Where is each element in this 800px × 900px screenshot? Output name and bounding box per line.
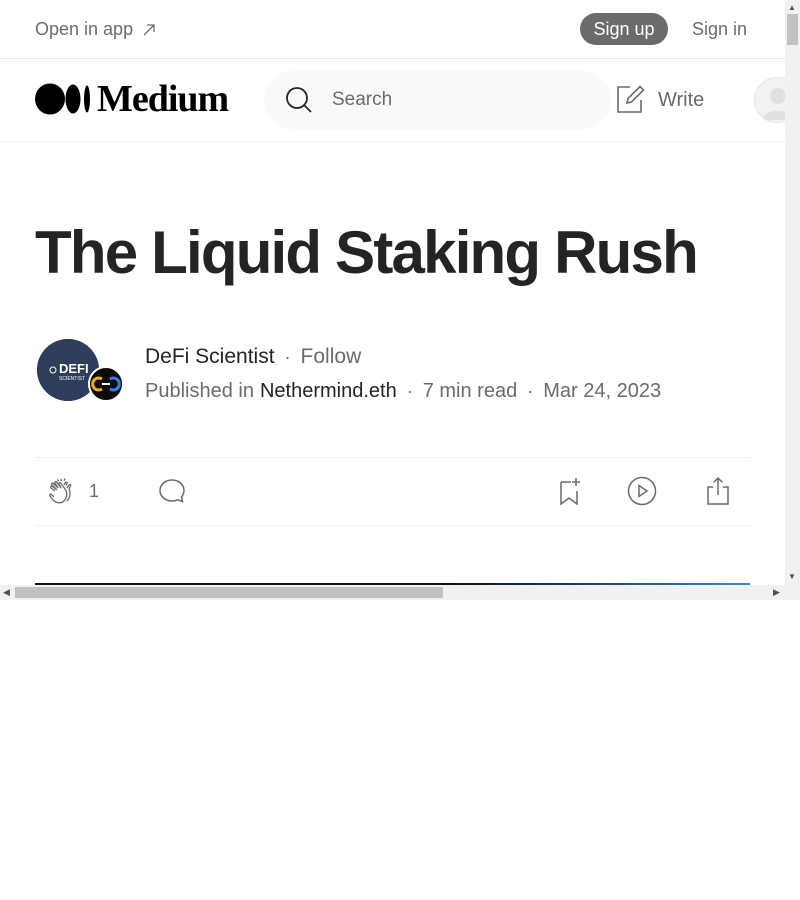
save-button[interactable]: [555, 476, 585, 511]
medium-logo-icon: [35, 83, 90, 115]
sign-up-button[interactable]: Sign up: [580, 13, 668, 45]
clap-icon: [49, 478, 72, 504]
horizontal-scrollbar[interactable]: ◀ ▶: [0, 585, 800, 600]
scroll-left-arrow-icon[interactable]: ◀: [3, 587, 10, 598]
follow-button[interactable]: Follow: [301, 345, 362, 369]
separator: ·: [527, 381, 534, 401]
article-title: The Liquid Staking Rush: [35, 219, 699, 286]
separator: ·: [284, 346, 291, 367]
vertical-scrollbar[interactable]: ▲ ▼: [785, 0, 800, 585]
play-icon: [627, 476, 657, 506]
author-avatar-subtext: SCIENTIST: [59, 376, 85, 382]
share-button[interactable]: [703, 476, 733, 511]
horizontal-scrollbar-thumb[interactable]: [15, 587, 443, 598]
navbar: Medium Write: [0, 59, 800, 142]
medium-wordmark: Medium: [97, 78, 229, 120]
write-icon: [617, 85, 645, 113]
read-time: 7 min read: [422, 380, 518, 402]
publication-avatar[interactable]: [88, 366, 124, 402]
listen-button[interactable]: [627, 476, 657, 511]
browser-viewport: Open in app Sign up Sign in Medium Write: [0, 0, 800, 600]
author-line: DeFi Scientist · Follow: [145, 345, 361, 369]
publication-name[interactable]: Nethermind.eth: [260, 380, 397, 403]
share-icon: [707, 476, 729, 505]
search-input[interactable]: [332, 89, 582, 111]
vertical-scrollbar-thumb[interactable]: [787, 14, 798, 45]
open-in-app-label: Open in app: [35, 19, 134, 39]
publish-date: Mar 24, 2023: [543, 380, 662, 402]
bookmark-plus-icon: [560, 478, 580, 506]
author-name[interactable]: DeFi Scientist: [145, 345, 275, 369]
separator: ·: [406, 381, 413, 401]
clap-count: 1: [89, 480, 100, 501]
nethermind-logo-icon: [91, 376, 121, 392]
arrow-up-right-icon: [143, 23, 155, 35]
scroll-down-arrow-icon[interactable]: ▼: [788, 572, 796, 581]
clap-button[interactable]: 1: [47, 476, 99, 506]
publication-line: Published in Nethermind.eth · 7 min read…: [145, 380, 661, 403]
scroll-right-arrow-icon[interactable]: ▶: [773, 587, 780, 598]
author-avatar-text: DEFI: [59, 361, 89, 376]
medium-logo[interactable]: Medium: [35, 78, 229, 120]
write-label: Write: [658, 88, 705, 111]
open-in-app-link[interactable]: Open in app: [35, 19, 157, 40]
search-bar[interactable]: [264, 71, 611, 129]
sign-in-link[interactable]: Sign in: [692, 19, 747, 40]
respond-button[interactable]: [157, 476, 187, 511]
comment-icon: [159, 479, 185, 503]
article-actions-bar: 1: [35, 457, 750, 526]
top-banner: Open in app Sign up Sign in: [0, 0, 785, 59]
write-button[interactable]: Write: [614, 84, 704, 116]
search-icon: [286, 87, 312, 113]
scroll-up-arrow-icon[interactable]: ▲: [788, 3, 796, 12]
published-in-label: Published in: [145, 380, 254, 402]
